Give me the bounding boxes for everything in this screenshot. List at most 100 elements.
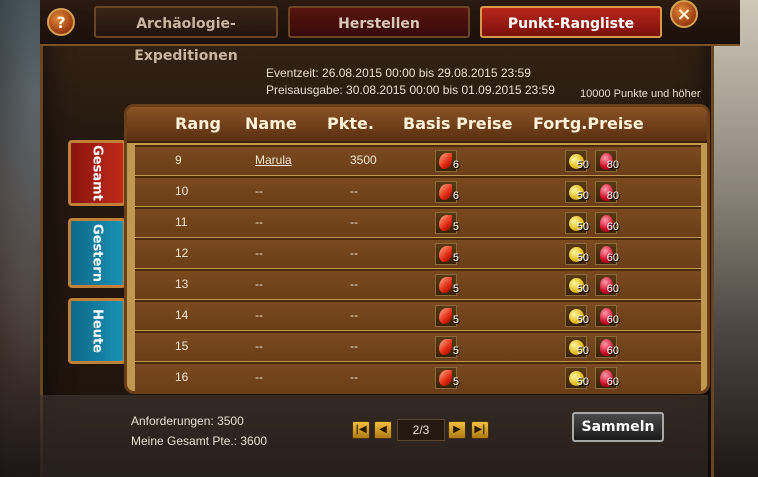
ranking-table: Rang Name Pkte. Basis Preise Fortg.Preis… xyxy=(124,104,710,394)
base-prize-qty: 6 xyxy=(452,190,459,202)
previous-page-button[interactable]: ◀ xyxy=(374,421,392,439)
ruby-prize-item[interactable]: 60 xyxy=(595,367,619,389)
side-tab-total-label: Gesamt xyxy=(89,145,105,201)
table-row: 10 -- -- 6 50 80 xyxy=(135,176,701,206)
player-name-cell: -- xyxy=(255,370,263,384)
ruby-prize-item[interactable]: 60 xyxy=(595,274,619,296)
flame-petal-icon xyxy=(439,370,452,386)
page-indicator: 2/3 xyxy=(397,419,445,441)
base-prize-item[interactable]: 5 xyxy=(435,243,459,265)
coin-prize-qty: 50 xyxy=(576,283,589,295)
player-name-cell: -- xyxy=(255,339,263,353)
points-cell: -- xyxy=(350,308,358,322)
coin-prize-qty: 50 xyxy=(576,190,589,202)
header-advanced-prizes: Fortg.Preise xyxy=(533,114,644,133)
points-cell: -- xyxy=(350,339,358,353)
points-cell: -- xyxy=(350,277,358,291)
table-row: 11 -- -- 5 50 60 xyxy=(135,207,701,237)
coin-prize-item[interactable]: 50 xyxy=(565,336,589,358)
base-prize-item[interactable]: 5 xyxy=(435,212,459,234)
coin-prize-qty: 50 xyxy=(576,376,589,388)
coin-prize-qty: 50 xyxy=(576,314,589,326)
points-threshold-text: 10000 Punkte und höher xyxy=(580,88,701,100)
coin-prize-item[interactable]: 50 xyxy=(565,274,589,296)
next-page-button[interactable]: ▶ xyxy=(448,421,466,439)
close-button[interactable]: × xyxy=(670,0,698,28)
base-prize-qty: 5 xyxy=(452,221,459,233)
base-prize-qty: 5 xyxy=(452,252,459,264)
requirements-text: Anforderungen: 3500 xyxy=(131,414,244,428)
coin-prize-item[interactable]: 50 xyxy=(565,367,589,389)
header-name: Name xyxy=(245,114,297,133)
header-base-prizes: Basis Preise xyxy=(403,114,513,133)
flame-petal-icon xyxy=(439,277,452,293)
flame-petal-icon xyxy=(439,339,452,355)
coin-prize-qty: 50 xyxy=(576,159,589,171)
base-prize-item[interactable]: 5 xyxy=(435,336,459,358)
coin-prize-item[interactable]: 50 xyxy=(565,150,589,172)
side-tab-today[interactable]: Heute xyxy=(68,298,126,364)
side-tab-total[interactable]: Gesamt xyxy=(68,140,126,206)
coin-prize-item[interactable]: 50 xyxy=(565,243,589,265)
tab-point-ranking[interactable]: Punkt-Rangliste xyxy=(480,6,662,38)
rank-cell: 14 xyxy=(175,308,189,322)
ruby-prize-qty: 60 xyxy=(606,252,619,264)
table-header: Rang Name Pkte. Basis Preise Fortg.Preis… xyxy=(127,107,707,143)
ruby-prize-item[interactable]: 60 xyxy=(595,212,619,234)
side-tab-yesterday-label: Gestern xyxy=(89,224,105,282)
ruby-prize-item[interactable]: 60 xyxy=(595,336,619,358)
coin-prize-item[interactable]: 50 xyxy=(565,212,589,234)
rank-cell: 10 xyxy=(175,184,189,198)
ruby-prize-item[interactable]: 60 xyxy=(595,305,619,327)
player-name-cell: -- xyxy=(255,184,263,198)
base-prize-qty: 5 xyxy=(452,283,459,295)
table-row: 15 -- -- 5 50 60 xyxy=(135,331,701,361)
first-page-button[interactable]: |◀ xyxy=(352,421,370,439)
side-tab-yesterday[interactable]: Gestern xyxy=(68,218,126,288)
player-name-cell: -- xyxy=(255,308,263,322)
base-prize-qty: 6 xyxy=(452,159,459,171)
rank-cell: 16 xyxy=(175,370,189,384)
table-row: 14 -- -- 5 50 60 xyxy=(135,300,701,330)
ruby-prize-item[interactable]: 80 xyxy=(595,181,619,203)
side-tab-today-label: Heute xyxy=(89,309,105,353)
table-row: 13 -- -- 5 50 60 xyxy=(135,269,701,299)
base-prize-item[interactable]: 6 xyxy=(435,150,459,172)
coin-prize-qty: 50 xyxy=(576,221,589,233)
ruby-prize-qty: 60 xyxy=(606,314,619,326)
points-cell: -- xyxy=(350,184,358,198)
tab-crafting[interactable]: Herstellen xyxy=(288,6,470,38)
ruby-prize-item[interactable]: 80 xyxy=(595,150,619,172)
last-page-button[interactable]: ▶| xyxy=(471,421,489,439)
my-total-points-text: Meine Gesamt Pte.: 3600 xyxy=(131,434,268,448)
rank-cell: 15 xyxy=(175,339,189,353)
ruby-prize-qty: 60 xyxy=(606,345,619,357)
coin-prize-item[interactable]: 50 xyxy=(565,181,589,203)
flame-petal-icon xyxy=(439,184,452,200)
header-points: Pkte. xyxy=(327,114,374,133)
base-prize-qty: 5 xyxy=(452,314,459,326)
coin-prize-item[interactable]: 50 xyxy=(565,305,589,327)
tab-archaeology-expeditions[interactable]: Archäologie-Expeditionen xyxy=(94,6,278,64)
base-prize-qty: 5 xyxy=(452,376,459,388)
base-prize-item[interactable]: 5 xyxy=(435,274,459,296)
points-cell: 3500 xyxy=(350,153,377,167)
ruby-prize-item[interactable]: 60 xyxy=(595,243,619,265)
ruby-prize-qty: 80 xyxy=(606,190,619,202)
header-rank: Rang xyxy=(175,114,221,133)
event-time-text: Eventzeit: 26.08.2015 00:00 bis 29.08.20… xyxy=(266,66,531,80)
coin-prize-qty: 50 xyxy=(576,345,589,357)
player-name-cell: -- xyxy=(255,277,263,291)
rank-cell: 12 xyxy=(175,246,189,260)
table-row: 12 -- -- 5 50 60 xyxy=(135,238,701,268)
player-name-link[interactable]: Marula xyxy=(255,153,292,167)
base-prize-item[interactable]: 5 xyxy=(435,367,459,389)
base-prize-qty: 5 xyxy=(452,345,459,357)
table-row: 16 -- -- 5 50 60 xyxy=(135,362,701,391)
rank-cell: 13 xyxy=(175,277,189,291)
base-prize-item[interactable]: 6 xyxy=(435,181,459,203)
collect-button[interactable]: Sammeln xyxy=(572,412,664,442)
player-name-cell: -- xyxy=(255,215,263,229)
base-prize-item[interactable]: 5 xyxy=(435,305,459,327)
help-button[interactable]: ? xyxy=(47,8,75,36)
